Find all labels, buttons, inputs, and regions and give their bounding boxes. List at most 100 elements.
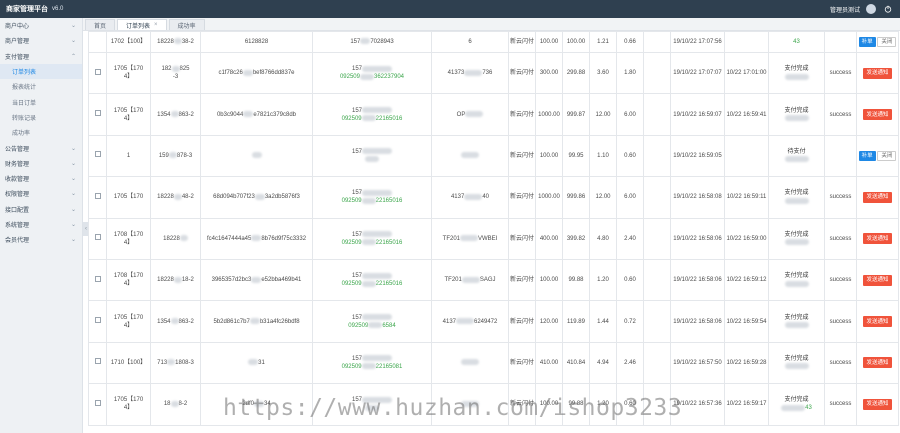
send-notify-button[interactable]: 发送通知 — [863, 274, 892, 286]
order-table-container[interactable]: 1702【100】 18228 38-2 6128828 157 7028943 6… — [88, 31, 900, 433]
order-no-cell: 0b3c9044 e7821c379c8db — [200, 93, 313, 136]
cell-text: 22165016 — [375, 281, 403, 288]
chevron-up-icon: ⌃ — [70, 53, 76, 60]
tab-home[interactable]: 首页 — [85, 19, 116, 30]
cell-text: 1705【170 — [113, 194, 144, 201]
status-cell: 支付完成 — [768, 217, 825, 260]
phone-cell: 157 — [312, 134, 432, 178]
account-cell: 18228 38-2 — [150, 31, 201, 53]
send-notify-button[interactable]: 发送通知 — [863, 191, 892, 203]
cell-text: 157 — [351, 107, 362, 114]
phone-cell: 157 7028943 — [312, 31, 432, 53]
cell-text: success — [829, 235, 852, 242]
row-checkbox[interactable] — [94, 399, 101, 406]
cell-text: 31 — [258, 359, 265, 366]
cell-text: 19/10/22 16:57:50 — [673, 359, 722, 366]
row-checkbox[interactable] — [94, 151, 101, 158]
cell-text: 1000.00 — [538, 194, 560, 201]
sidebar-item-payment-manage[interactable]: 支付管理 ⌃ — [0, 49, 82, 64]
row-checkbox-cell — [88, 31, 107, 53]
empty-cell — [643, 217, 671, 260]
row-checkbox[interactable] — [94, 68, 101, 75]
action-cell: 发送通知 — [856, 176, 899, 219]
sidebar-item-system[interactable]: 系统管理 ⌄ — [0, 217, 82, 232]
fee-cell: 4.94 — [589, 341, 617, 385]
cell-text: 48-2 — [181, 194, 194, 201]
rate-cell: 2.40 — [616, 217, 644, 260]
send-notify-button[interactable]: 发送通知 — [863, 109, 892, 121]
sidebar-item-permission[interactable]: 权限管理 ⌄ — [0, 186, 82, 201]
sidebar-item-member-agent[interactable]: 会员代理 ⌄ — [0, 232, 82, 247]
cell-text: 100.00 — [539, 152, 559, 159]
send-notify-button[interactable]: 发送通知 — [863, 357, 892, 369]
redacted-block — [784, 73, 809, 80]
avatar[interactable] — [866, 4, 876, 14]
close-order-button[interactable]: 关闭 — [877, 37, 897, 47]
cell-text: 19/10/22 17:07:07 — [673, 70, 722, 77]
sidebar-item-notice[interactable]: 公告管理 ⌄ — [0, 140, 82, 155]
sidebar-item-success-rate[interactable]: 成功率 — [0, 125, 82, 140]
sidebar-item-finance[interactable]: 财务管理 ⌄ — [0, 156, 82, 171]
app-title: 商家管理平台 — [6, 6, 48, 13]
redacted-block — [784, 115, 809, 121]
cell-text: 10/22 16:59:17 — [726, 401, 767, 408]
cell-text: success — [829, 318, 852, 325]
cell-text: 999.87 — [566, 111, 586, 118]
fill-order-button[interactable]: 补单 — [858, 150, 876, 161]
account-cell: 713 1808-3 — [150, 341, 201, 385]
sidebar-item-merchant-manage[interactable]: 商户管理 ⌄ — [0, 33, 82, 48]
merchant-cell: 1702【100】 — [106, 31, 151, 53]
cell-text: 299.88 — [566, 70, 586, 77]
trade-no-cell: 4137 40 — [431, 176, 509, 219]
redacted-block — [361, 280, 376, 287]
sidebar-item-collection[interactable]: 收款管理 ⌄ — [0, 171, 82, 186]
power-icon[interactable] — [884, 5, 892, 13]
fee-cell: 1.20 — [589, 383, 617, 426]
channel-cell: 新云闪付 — [508, 51, 536, 95]
cell-text: 40 — [482, 194, 490, 201]
sidebar-item-api-config[interactable]: 接口配置 ⌄ — [0, 202, 82, 217]
rate-cell: 0.66 — [616, 31, 644, 53]
admin-label[interactable]: 管理员测试 — [830, 5, 860, 14]
sidebar-item-order-list[interactable]: 订单列表 — [0, 63, 82, 80]
result-cell: success — [824, 51, 857, 95]
tab-order-list[interactable]: 订单列表 × — [117, 19, 167, 30]
redacted-block — [361, 115, 376, 121]
cell-text: 支付完成 — [784, 107, 809, 114]
row-checkbox[interactable] — [94, 192, 101, 199]
row-checkbox[interactable] — [94, 317, 101, 324]
tab-success-rate[interactable]: 成功率 — [168, 19, 205, 30]
merchant-cell: 1705【170 4】 — [106, 300, 151, 343]
send-notify-button[interactable]: 发送通知 — [863, 316, 892, 328]
status-cell: 支付完成 — [768, 51, 825, 95]
cell-text: 157 — [351, 231, 362, 238]
row-checkbox[interactable] — [94, 275, 101, 282]
row-checkbox[interactable] — [94, 234, 101, 241]
close-order-button[interactable]: 关闭 — [877, 150, 897, 161]
channel-cell: 新云闪付 — [508, 134, 536, 178]
action-cell: 发送通知 — [856, 217, 899, 260]
cell-text: 18 — [163, 401, 171, 408]
cell-text: 18-2 — [181, 277, 194, 284]
chevron-down-icon: ⌄ — [70, 23, 76, 30]
cell-text: 6.00 — [624, 194, 636, 201]
sidebar-item-merchant-center[interactable]: 商户中心 ⌄ — [0, 18, 82, 33]
channel-cell: 新云闪付 — [508, 341, 536, 385]
row-checkbox[interactable] — [94, 358, 101, 365]
cell-text: 新云闪付 — [510, 152, 535, 159]
send-notify-button[interactable]: 发送通知 — [863, 233, 892, 245]
cell-text: 157 — [351, 66, 362, 73]
redacted-block — [461, 400, 479, 407]
send-notify-button[interactable]: 发送通知 — [863, 67, 892, 79]
sidebar-item-transfers[interactable]: 转账记录 — [0, 110, 82, 125]
close-icon[interactable]: × — [154, 22, 158, 28]
actual-amount-cell: 399.82 — [562, 217, 590, 260]
cell-text: TF201 — [444, 277, 462, 284]
cell-text: 2.46 — [624, 359, 636, 366]
sidebar-item-report[interactable]: 报表统计 — [0, 79, 82, 94]
row-checkbox[interactable] — [94, 110, 101, 117]
result-cell — [824, 134, 857, 178]
sidebar-item-today-orders[interactable]: 当日订单 — [0, 94, 82, 109]
fill-order-button[interactable]: 补单 — [858, 37, 876, 47]
send-notify-button[interactable]: 发送通知 — [863, 398, 892, 410]
